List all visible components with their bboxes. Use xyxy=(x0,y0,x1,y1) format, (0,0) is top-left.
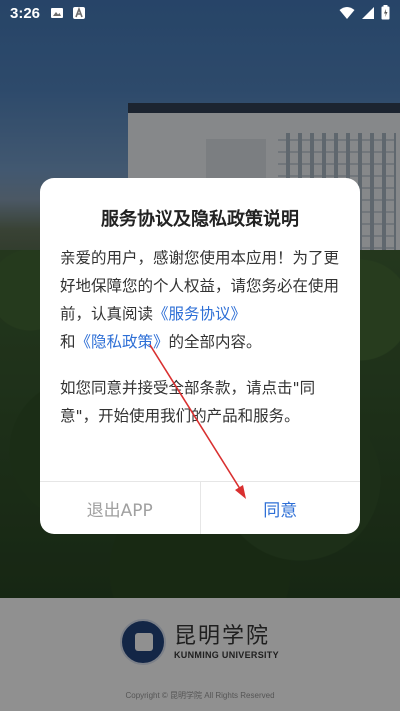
status-right-icons xyxy=(339,5,390,20)
dialog-title: 服务协议及隐私政策说明 xyxy=(101,209,299,230)
dialog-paragraph-2: 如您同意并接受全部条款，请点击"同意"，开始使用我们的产品和服务。 xyxy=(60,379,316,425)
agree-button[interactable]: 同意 xyxy=(201,482,361,534)
paragraph1-text-after: 的全部内容。 xyxy=(168,333,262,351)
service-agreement-link[interactable]: 《服务协议》 xyxy=(153,305,246,323)
privacy-agreement-dialog: 服务协议及隐私政策说明 亲爱的用户，感谢您使用本应用！为了更好地保障您的个人权益… xyxy=(40,178,360,534)
privacy-policy-link[interactable]: 《隐私政策》 xyxy=(76,333,169,351)
status-time: 3:26 xyxy=(10,5,41,22)
image-icon xyxy=(51,8,63,18)
dialog-actions: 退出APP 同意 xyxy=(40,481,360,534)
exit-app-button[interactable]: 退出APP xyxy=(40,482,201,534)
status-bar: 3:26 xyxy=(0,0,400,28)
dialog-paragraph-1: 亲爱的用户，感谢您使用本应用！为了更好地保障您的个人权益，请您务必在使用前，认真… xyxy=(60,244,342,356)
app-screen: 昆明学院 KUNMING UNIVERSITY Copyright © 昆明学院… xyxy=(0,0,400,711)
battery-icon xyxy=(381,5,390,20)
dialog-body: 亲爱的用户，感谢您使用本应用！为了更好地保障您的个人权益，请您务必在使用前，认真… xyxy=(60,244,342,430)
a-badge-icon xyxy=(73,6,85,19)
signal-icon xyxy=(362,6,374,19)
wifi-icon xyxy=(339,6,355,19)
paragraph1-text-and: 和 xyxy=(60,333,76,351)
